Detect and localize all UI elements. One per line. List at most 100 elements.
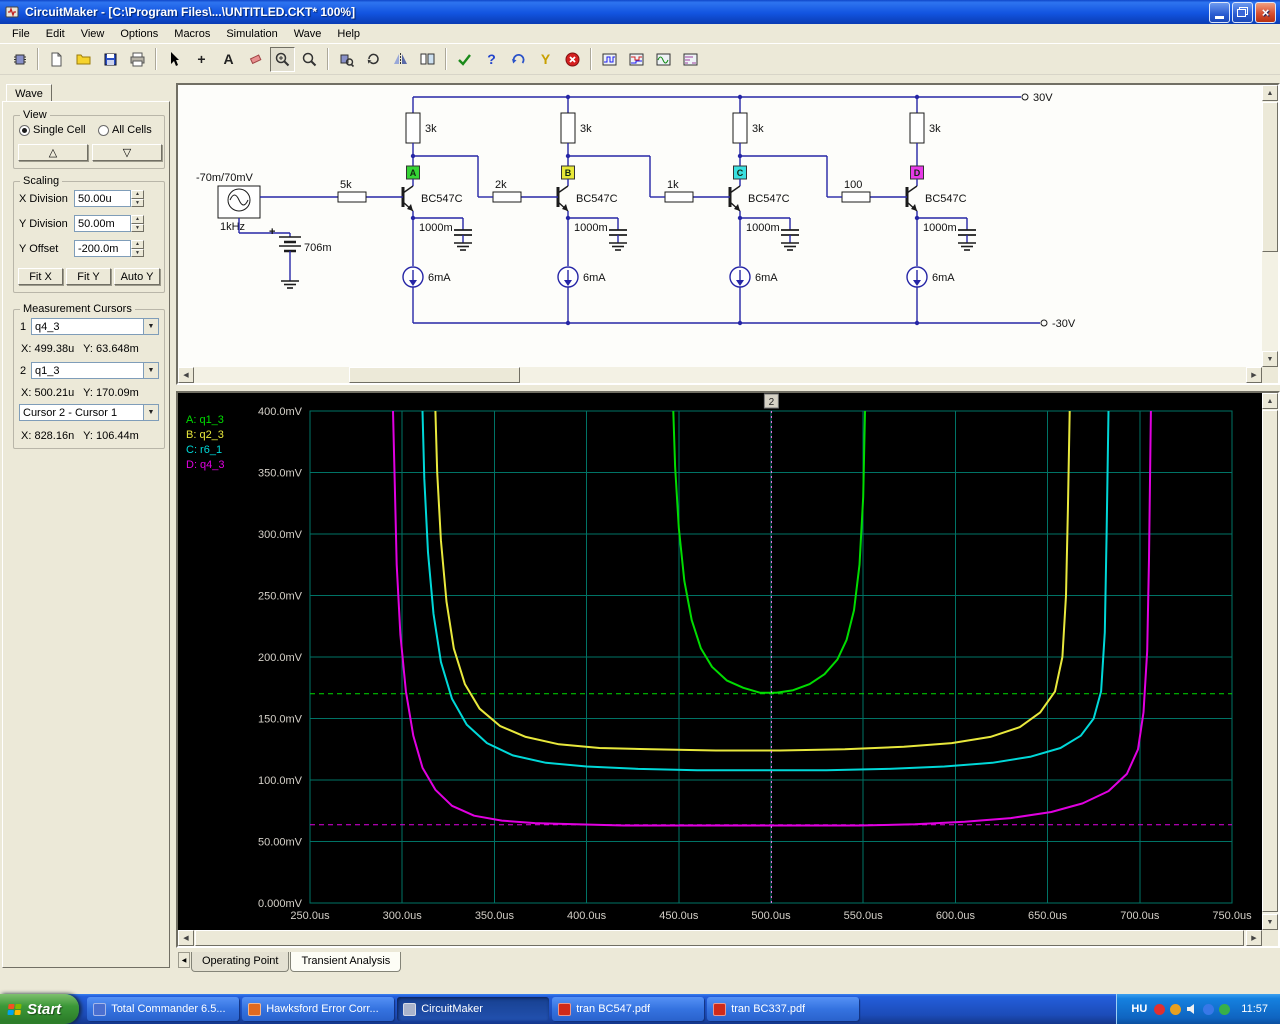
- y-division-input[interactable]: [74, 215, 131, 232]
- help-tool-button[interactable]: ?: [479, 46, 504, 72]
- antivirus-icon[interactable]: [1154, 1003, 1166, 1015]
- scope4-icon: [683, 53, 698, 65]
- taskbar-task-hawksford-error-corr[interactable]: Hawksford Error Corr...: [242, 997, 395, 1021]
- scroll-up-button[interactable]: ▲: [1262, 85, 1278, 101]
- analog-options-button[interactable]: [678, 46, 703, 72]
- scroll-left-button[interactable]: ◀: [178, 930, 194, 946]
- schematic-vscrollbar[interactable]: ▲ ▼: [1262, 85, 1278, 367]
- open-button[interactable]: [71, 46, 96, 72]
- menu-simulation[interactable]: Simulation: [218, 25, 285, 43]
- network-icon[interactable]: [1203, 1003, 1215, 1015]
- waveform-hscrollbar[interactable]: ◀ ▶: [178, 930, 1262, 946]
- scroll-right-button[interactable]: ▶: [1246, 367, 1262, 383]
- start-button[interactable]: Start: [0, 994, 80, 1024]
- schematic-hscrollbar[interactable]: ◀ ▶: [178, 367, 1262, 383]
- delete-tool-button[interactable]: [243, 46, 268, 72]
- waveform-panel[interactable]: 250.0us 300.0us 350.0us 400.0us 450.0us 500.0…: [178, 393, 1262, 930]
- spinner-down-icon[interactable]: ▼: [131, 223, 144, 232]
- spinner-down-icon[interactable]: ▼: [131, 198, 144, 207]
- tab-operating-point[interactable]: Operating Point: [191, 952, 290, 972]
- close-button[interactable]: ×: [1255, 1, 1276, 23]
- find-device-button[interactable]: [334, 46, 359, 72]
- volume-icon[interactable]: [1186, 1003, 1198, 1015]
- svg-text:3k: 3k: [929, 123, 941, 135]
- taskbar-task-tran-bc337-pdf[interactable]: tran BC337.pdf: [707, 997, 860, 1021]
- print-button[interactable]: [125, 46, 150, 72]
- menu-edit[interactable]: Edit: [38, 25, 73, 43]
- svg-text:1kHz: 1kHz: [220, 221, 245, 233]
- spinner-down-icon[interactable]: ▼: [131, 248, 144, 257]
- zoom-in-button[interactable]: [270, 46, 295, 72]
- reset-button[interactable]: [506, 46, 531, 72]
- new-button[interactable]: [44, 46, 69, 72]
- task-icon: [93, 1002, 107, 1016]
- dropdown-arrow-icon[interactable]: ▼: [143, 363, 158, 378]
- radio-all-cells[interactable]: All Cells: [98, 124, 152, 136]
- tab-wave[interactable]: Wave: [6, 84, 52, 102]
- tab-transient-analysis[interactable]: Transient Analysis: [290, 952, 402, 972]
- wishbone-button[interactable]: Y: [533, 46, 558, 72]
- waveform-vscroll-thumb[interactable]: [1262, 410, 1278, 912]
- menu-macros[interactable]: Macros: [166, 25, 218, 43]
- cursor2-signal-select[interactable]: q1_3 ▼: [31, 362, 159, 379]
- text-tool-button[interactable]: A: [216, 46, 241, 72]
- scroll-down-button[interactable]: ▼: [1262, 351, 1278, 367]
- analog-scope-button[interactable]: [651, 46, 676, 72]
- scroll-up-button[interactable]: ▲: [1262, 393, 1278, 409]
- scroll-right-button[interactable]: ▶: [1246, 930, 1262, 946]
- mirror-button[interactable]: [388, 46, 413, 72]
- restore-button[interactable]: [1232, 1, 1253, 23]
- dropdown-arrow-icon[interactable]: ▼: [143, 319, 158, 334]
- auto-y-button[interactable]: Auto Y: [114, 268, 160, 285]
- run-simulation-button[interactable]: [452, 46, 477, 72]
- x-division-input[interactable]: [74, 190, 131, 207]
- radio-single-cell[interactable]: Single Cell: [19, 124, 86, 136]
- minimize-button[interactable]: [1209, 1, 1230, 23]
- cursor-difference-select[interactable]: Cursor 2 - Cursor 1 ▼: [19, 404, 159, 421]
- scroll-down-button[interactable]: ▼: [1262, 914, 1278, 930]
- scroll-left-button[interactable]: ◀: [178, 367, 194, 383]
- schematic-vscroll-thumb[interactable]: [1262, 102, 1278, 252]
- spinner-up-icon[interactable]: ▲: [131, 215, 144, 224]
- close-icon: ×: [1261, 4, 1270, 20]
- digital-scope-button[interactable]: [597, 46, 622, 72]
- waveform-hscroll-thumb[interactable]: [195, 930, 1244, 946]
- parts-browser-button[interactable]: [7, 46, 32, 72]
- menu-view[interactable]: View: [73, 25, 113, 43]
- dropdown-arrow-icon[interactable]: ▼: [143, 405, 158, 420]
- language-indicator[interactable]: HU: [1131, 1003, 1147, 1015]
- y-division-spinner[interactable]: ▲ ▼: [131, 215, 144, 232]
- messenger-icon[interactable]: [1219, 1003, 1231, 1015]
- zoom-tool-button[interactable]: [297, 46, 322, 72]
- digital-options-button[interactable]: [624, 46, 649, 72]
- scheduler-icon[interactable]: [1170, 1003, 1182, 1015]
- fit-y-button[interactable]: Fit Y: [66, 268, 111, 285]
- wire-tool-button[interactable]: +: [189, 46, 214, 72]
- cursor1-signal-select[interactable]: q4_3 ▼: [31, 318, 159, 335]
- y-offset-input[interactable]: [74, 240, 131, 257]
- wave-prev-button[interactable]: △: [18, 144, 88, 161]
- menu-help[interactable]: Help: [329, 25, 368, 43]
- taskbar-task-total-commander-6-5[interactable]: Total Commander 6.5...: [87, 997, 240, 1021]
- wave-next-button[interactable]: ▽: [92, 144, 162, 161]
- select-tool-button[interactable]: [162, 46, 187, 72]
- y-offset-spinner[interactable]: ▲ ▼: [131, 240, 144, 257]
- taskbar-task-circuitmaker[interactable]: CircuitMaker: [397, 997, 550, 1021]
- schematic-canvas[interactable]: 30V -30V -70m/70mV 1kHz +706m 3k A BC547C 1000m 6…: [178, 85, 1262, 367]
- spinner-up-icon[interactable]: ▲: [131, 240, 144, 249]
- spinner-up-icon[interactable]: ▲: [131, 190, 144, 199]
- stop-button[interactable]: [560, 46, 585, 72]
- schematic-hscroll-thumb[interactable]: [349, 367, 520, 383]
- rotate-button[interactable]: [361, 46, 386, 72]
- toolbar-separator: [327, 48, 329, 70]
- menu-file[interactable]: File: [4, 25, 38, 43]
- save-button[interactable]: [98, 46, 123, 72]
- fit-x-button[interactable]: Fit X: [18, 268, 63, 285]
- taskbar-task-tran-bc547-pdf[interactable]: tran BC547.pdf: [552, 997, 705, 1021]
- tab-scroll-button[interactable]: ◀: [178, 952, 190, 968]
- split-view-button[interactable]: [415, 46, 440, 72]
- waveform-vscrollbar[interactable]: ▲ ▼: [1262, 393, 1278, 930]
- menu-wave[interactable]: Wave: [286, 25, 330, 43]
- menu-options[interactable]: Options: [112, 25, 166, 43]
- x-division-spinner[interactable]: ▲ ▼: [131, 190, 144, 207]
